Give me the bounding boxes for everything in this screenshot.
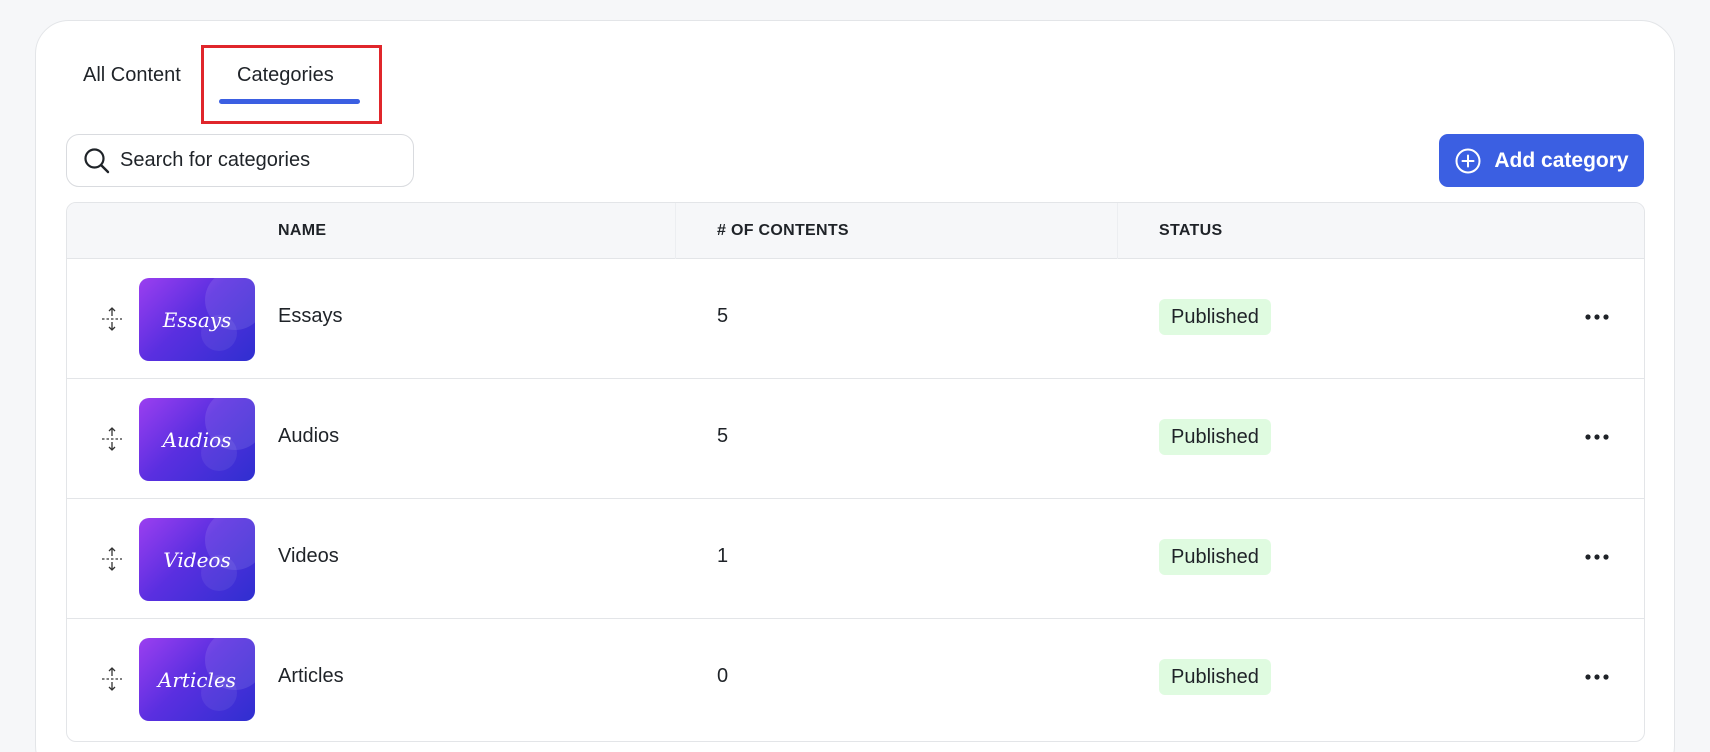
category-thumbnail: Essays bbox=[139, 278, 255, 361]
category-name: Audios bbox=[278, 425, 340, 447]
table-row[interactable]: Audios Audios 5 Published bbox=[67, 379, 1644, 499]
table-row[interactable]: Essays Essays 5 Published bbox=[67, 259, 1644, 379]
active-tab-indicator bbox=[219, 99, 360, 104]
column-header-count[interactable]: # OF CONTENTS bbox=[717, 203, 849, 259]
content-count: 5 bbox=[717, 305, 729, 327]
more-options-icon[interactable] bbox=[1584, 429, 1610, 445]
category-thumbnail: Audios bbox=[139, 398, 255, 481]
drag-handle-icon[interactable] bbox=[100, 666, 124, 692]
status-badge: Published bbox=[1159, 659, 1271, 695]
table-row[interactable]: Videos Videos 1 Published bbox=[67, 499, 1644, 619]
content-count: 1 bbox=[717, 545, 729, 567]
thumbnail-label: Articles bbox=[157, 667, 237, 692]
content-card: All Content Categories Add category NAME bbox=[35, 20, 1675, 752]
content-count: 5 bbox=[717, 425, 729, 447]
column-divider bbox=[1117, 203, 1118, 259]
table-row[interactable]: Articles Articles 0 Published bbox=[67, 619, 1644, 739]
add-category-label: Add category bbox=[1494, 148, 1629, 172]
category-name: Videos bbox=[278, 545, 339, 567]
drag-handle-icon[interactable] bbox=[100, 546, 124, 572]
add-category-button[interactable]: Add category bbox=[1439, 134, 1644, 187]
content-count: 0 bbox=[717, 665, 729, 687]
tab-categories[interactable]: Categories bbox=[237, 60, 334, 90]
search-icon bbox=[83, 147, 110, 174]
category-name: Essays bbox=[278, 305, 343, 327]
column-divider bbox=[675, 203, 676, 259]
more-options-icon[interactable] bbox=[1584, 309, 1610, 325]
tab-all-content[interactable]: All Content bbox=[83, 60, 181, 90]
plus-circle-icon bbox=[1454, 147, 1482, 175]
drag-handle-icon[interactable] bbox=[100, 426, 124, 452]
search-box bbox=[66, 134, 414, 187]
status-badge: Published bbox=[1159, 419, 1271, 455]
more-options-icon[interactable] bbox=[1584, 549, 1610, 565]
status-badge: Published bbox=[1159, 299, 1271, 335]
column-header-status[interactable]: STATUS bbox=[1159, 203, 1222, 259]
search-input[interactable] bbox=[120, 149, 400, 172]
table-header: NAME # OF CONTENTS STATUS bbox=[67, 203, 1644, 259]
drag-handle-icon[interactable] bbox=[100, 306, 124, 332]
status-badge: Published bbox=[1159, 539, 1271, 575]
categories-table: NAME # OF CONTENTS STATUS Essays Essays bbox=[66, 202, 1645, 742]
category-thumbnail: Videos bbox=[139, 518, 255, 601]
more-options-icon[interactable] bbox=[1584, 669, 1610, 685]
thumbnail-label: Essays bbox=[162, 307, 232, 332]
thumbnail-label: Audios bbox=[162, 427, 232, 452]
thumbnail-label: Videos bbox=[163, 547, 231, 572]
column-header-name[interactable]: NAME bbox=[278, 203, 326, 259]
tab-bar: All Content Categories bbox=[36, 21, 1674, 131]
category-name: Articles bbox=[278, 665, 344, 687]
category-thumbnail: Articles bbox=[139, 638, 255, 721]
